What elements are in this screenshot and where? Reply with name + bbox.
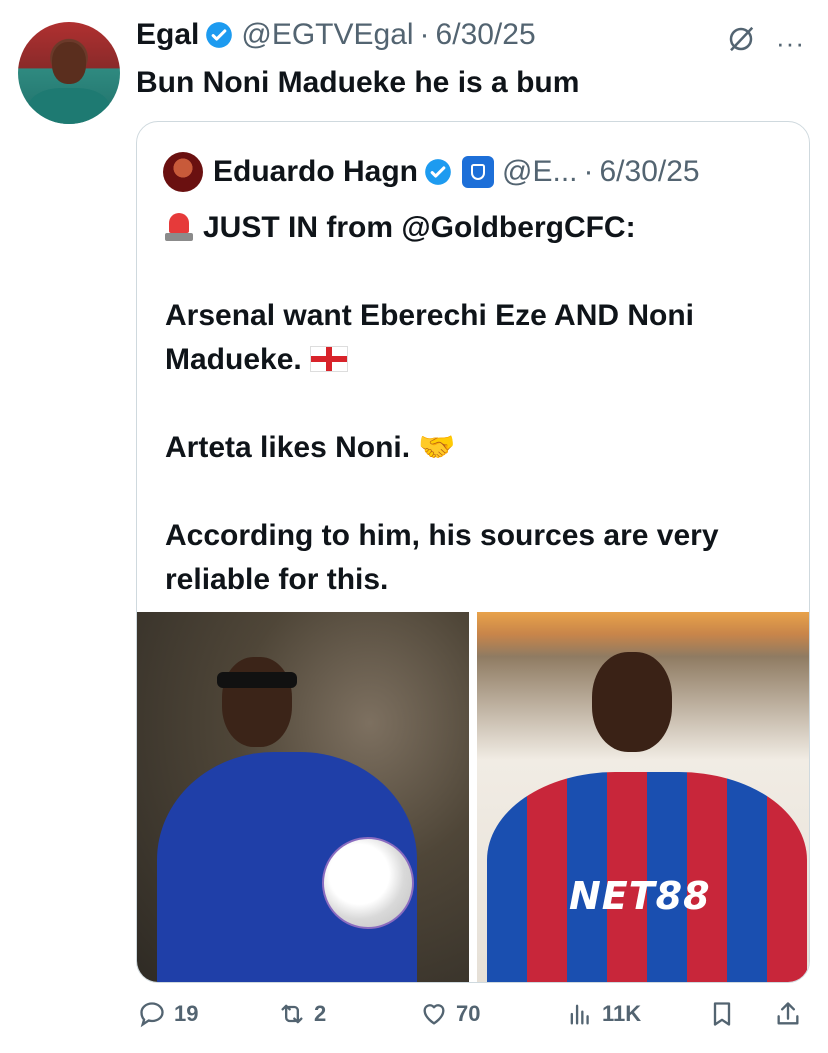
repost-icon xyxy=(281,1004,303,1024)
reply-button[interactable]: 19 xyxy=(138,1000,198,1028)
quoted-author-name[interactable]: Eduardo Hagn xyxy=(213,155,418,189)
tweet-text: Bun Noni Madueke he is a bum xyxy=(136,66,580,99)
handshake-icon: 🤝 xyxy=(418,431,456,464)
quoted-date[interactable]: 6/30/25 xyxy=(599,155,699,189)
action-bar: 19 2 70 11K xyxy=(138,1000,810,1040)
quoted-header: Eduardo Hagn @E... · 6/30/25 xyxy=(163,152,700,192)
separator: · xyxy=(583,155,594,188)
tweet-date[interactable]: 6/30/25 xyxy=(436,18,536,52)
share-icon xyxy=(777,1002,799,1025)
author-avatar[interactable] xyxy=(18,22,120,124)
like-icon xyxy=(423,1004,445,1025)
shirt-sponsor-text: NET88 xyxy=(569,874,711,918)
reply-count: 19 xyxy=(174,1001,199,1026)
football-image xyxy=(322,837,414,929)
tweet-header: Egal @EGTVEgal · 6/30/25 xyxy=(136,18,536,52)
views-count: 11K xyxy=(602,1001,642,1026)
like-button[interactable]: 70 xyxy=(420,1000,480,1028)
quoted-line-2: Arsenal want Eberechi Eze AND Noni Madue… xyxy=(165,299,695,376)
quoted-line-3: Arteta likes Noni. xyxy=(165,431,411,464)
views-icon xyxy=(570,1004,589,1025)
like-count: 70 xyxy=(456,1001,481,1026)
grok-icon[interactable] xyxy=(726,24,756,54)
views-button[interactable]: 11K xyxy=(566,1000,641,1028)
england-flag-icon xyxy=(309,346,348,372)
quoted-tweet[interactable]: Eduardo Hagn @E... · 6/30/25 JUST IN fro… xyxy=(136,121,810,983)
quoted-line-1: JUST IN from @GoldbergCFC: xyxy=(203,211,636,244)
quoted-line-4: According to him, his sources are very r… xyxy=(165,519,719,596)
bookmark-button[interactable] xyxy=(708,1000,744,1028)
verified-icon xyxy=(425,159,451,185)
quoted-avatar[interactable] xyxy=(163,152,203,192)
separator: · xyxy=(419,18,430,51)
repost-button[interactable]: 2 xyxy=(278,1000,326,1028)
quoted-text: JUST IN from @GoldbergCFC: Arsenal want … xyxy=(165,206,785,602)
more-icon[interactable]: ··· xyxy=(776,28,805,59)
author-name[interactable]: Egal xyxy=(136,18,199,52)
verified-icon xyxy=(206,22,233,48)
quoted-handle[interactable]: @E... xyxy=(502,155,577,189)
affiliate-badge-icon xyxy=(462,156,495,188)
player-image-left[interactable] xyxy=(137,612,469,982)
author-handle[interactable]: @EGTVEgal xyxy=(241,18,413,52)
share-button[interactable] xyxy=(774,1000,810,1028)
player-image-right[interactable]: NET88 xyxy=(477,612,809,982)
siren-icon xyxy=(165,211,193,241)
bookmark-icon xyxy=(713,1002,731,1026)
repost-count: 2 xyxy=(314,1001,327,1026)
reply-icon xyxy=(140,1002,164,1028)
